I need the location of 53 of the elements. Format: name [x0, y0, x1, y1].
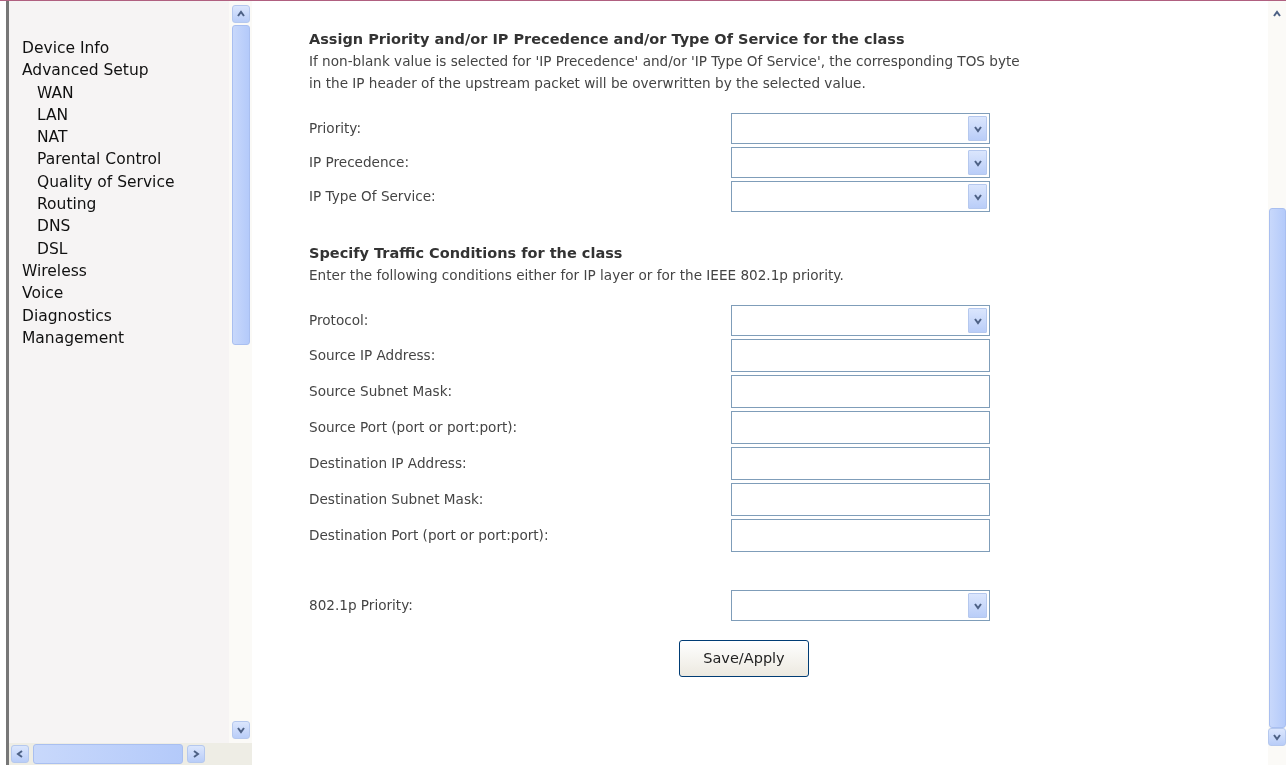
scroll-down-icon[interactable]: [1268, 728, 1286, 746]
scroll-up-icon[interactable]: [231, 5, 250, 23]
field-label: Destination Subnet Mask:: [309, 490, 485, 510]
input-field[interactable]: [731, 483, 990, 516]
input-field[interactable]: [731, 339, 990, 372]
menu-item[interactable]: Management: [22, 326, 229, 350]
scrollbar-thumb[interactable]: [231, 25, 250, 345]
menu-item[interactable]: Voice: [22, 282, 229, 305]
field-label: Source Port (port or port:port):: [309, 418, 519, 438]
field-label: Destination Port (port or port:port):: [309, 526, 550, 546]
section-description: in the IP header of the upstream packet will be overwritten by the selected value.: [309, 74, 867, 93]
dropdown[interactable]: [731, 590, 990, 621]
input-field[interactable]: [731, 375, 990, 408]
section-title: Specify Traffic Conditions for the class: [309, 244, 624, 263]
submenu-item[interactable]: LAN: [22, 103, 229, 127]
scroll-down-icon[interactable]: [231, 721, 250, 739]
submenu-item[interactable]: WAN: [22, 81, 229, 104]
scroll-left-icon[interactable]: [11, 745, 29, 763]
submenu-item[interactable]: Routing: [22, 193, 229, 216]
section-description: Enter the following conditions either for IP layer or for the IEEE 802.1p priority.: [309, 266, 845, 285]
dropdown[interactable]: [731, 305, 990, 336]
section-title: Assign Priority and/or IP Precedence and/or Type Of Service for the class: [309, 30, 906, 49]
menu-item[interactable]: Diagnostics: [22, 304, 229, 327]
field-label: IP Type Of Service:: [309, 187, 437, 207]
submenu-item[interactable]: Parental Control: [22, 148, 229, 171]
menu-item[interactable]: Advanced Setup: [22, 59, 229, 82]
scroll-right-icon[interactable]: [187, 745, 205, 763]
input-field[interactable]: [731, 411, 990, 444]
submenu-item[interactable]: Quality of Service: [22, 170, 229, 194]
scrollbar[interactable]: [1268, 1, 1286, 765]
field-label: Priority:: [309, 119, 362, 139]
horizontal-scrollbar[interactable]: [9, 743, 252, 765]
field-label: Source Subnet Mask:: [309, 382, 454, 402]
dropdown[interactable]: [731, 113, 990, 144]
menu-item[interactable]: Device Info: [22, 37, 229, 60]
scrollbar-thumb[interactable]: [1268, 208, 1286, 728]
field-label: Source IP Address:: [309, 346, 437, 366]
dropdown[interactable]: [731, 147, 990, 178]
submenu-item[interactable]: DSL: [22, 237, 229, 260]
field-label: 802.1p Priority:: [309, 596, 414, 616]
field-label: Protocol:: [309, 311, 370, 331]
dropdown[interactable]: [731, 181, 990, 212]
scrollbar[interactable]: [229, 1, 252, 743]
menu-item[interactable]: Wireless: [22, 259, 229, 283]
section-description: If non-blank value is selected for 'IP Precedence' and/or 'IP Type Of Service', the corresponding TOS byte: [309, 52, 1021, 71]
submenu-item[interactable]: DNS: [22, 215, 229, 238]
save-apply-button[interactable]: Save/Apply: [679, 640, 809, 677]
scrollbar-thumb[interactable]: [33, 744, 183, 764]
input-field[interactable]: [731, 519, 990, 552]
submenu-item[interactable]: NAT: [22, 126, 229, 149]
field-label: Destination IP Address:: [309, 454, 468, 474]
input-field[interactable]: [731, 447, 990, 480]
field-label: IP Precedence:: [309, 153, 410, 173]
